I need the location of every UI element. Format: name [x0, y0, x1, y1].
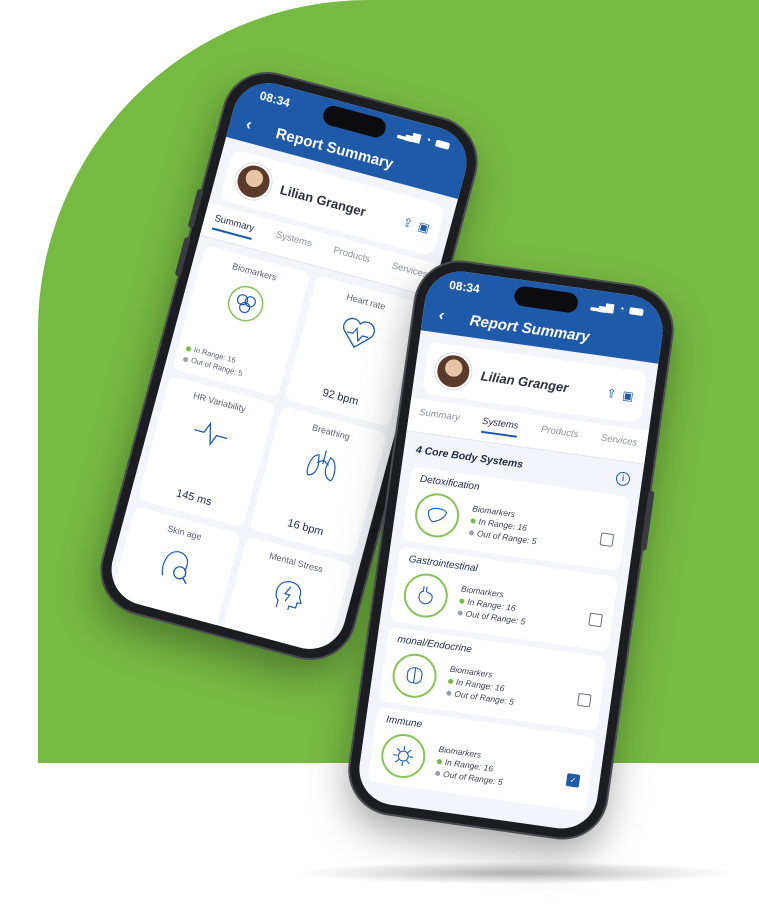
cells-icon	[228, 285, 264, 322]
system-info: Biomarkers In Range: 16 Out of Range: 5	[457, 582, 592, 636]
lungs-icon	[306, 450, 336, 482]
system-icon-circle	[378, 731, 429, 781]
system-checkbox[interactable]	[577, 692, 592, 708]
tab-services[interactable]: Services	[599, 432, 638, 454]
in-range-dot	[459, 598, 465, 605]
floor-shadow	[300, 862, 730, 884]
in-range-dot	[447, 678, 454, 685]
system-info: Biomarkers In Range: 16 Out of Range: 5	[446, 663, 581, 717]
out-range-dot	[468, 530, 475, 536]
tab-summary[interactable]: Summary	[418, 407, 460, 429]
wifi-icon: ◔	[617, 303, 626, 315]
profile-name: Lilian Granger	[278, 181, 368, 219]
card-biomarkers[interactable]: Biomarkers In Range: 16 Out of Range: 5	[172, 245, 311, 397]
battery-icon	[629, 306, 644, 316]
page-title: Report Summary	[468, 311, 591, 346]
tab-products[interactable]: Products	[540, 424, 579, 446]
calendar-icon[interactable]: ▣	[621, 388, 634, 403]
liver-icon	[427, 507, 448, 523]
card-hr-variability[interactable]: HR Variability 145 ms	[137, 375, 276, 528]
card-breathing[interactable]: Breathing 16 bpm	[248, 405, 387, 558]
tab-systems[interactable]: Systems	[273, 229, 313, 255]
out-range-dot	[457, 610, 464, 617]
system-checkbox-checked[interactable]: ✓	[565, 772, 581, 788]
avatar	[432, 350, 474, 392]
brain-icon	[406, 667, 423, 684]
system-icon-circle	[400, 570, 451, 621]
wifi-icon: ◔	[423, 134, 433, 147]
face-search-icon	[161, 551, 189, 585]
chevron-left-icon[interactable]: ‹	[244, 116, 254, 135]
in-range-dot	[470, 518, 476, 525]
pulse-icon	[194, 421, 228, 447]
system-icon-circle	[412, 490, 462, 541]
stomach-icon	[418, 586, 433, 605]
info-icon[interactable]: i	[615, 470, 631, 487]
tab-summary[interactable]: Summary	[211, 212, 256, 240]
system-icon-circle	[389, 650, 440, 701]
tab-products[interactable]: Products	[331, 245, 371, 271]
status-icons: ▂▄▆ ◔	[397, 127, 451, 151]
profile-actions: ⇪ ▣	[605, 386, 634, 404]
share-icon[interactable]: ⇪	[605, 386, 617, 401]
avatar	[231, 159, 276, 204]
system-checkbox[interactable]	[599, 531, 615, 547]
battery-icon	[434, 139, 451, 150]
range-legend: In Range: 16 Out of Range: 5	[182, 342, 247, 379]
virus-icon	[393, 746, 414, 766]
signal-icon: ▂▄▆	[397, 127, 422, 144]
system-checkbox[interactable]	[588, 612, 603, 627]
out-range-dot	[434, 770, 441, 777]
system-info: Biomarkers In Range: 16 Out of Range: 5	[434, 743, 569, 797]
in-range-dot	[185, 345, 192, 352]
signal-icon: ▂▄▆	[590, 299, 615, 314]
status-icons: ▂▄▆ ◔	[591, 299, 645, 317]
card-title: Heart rate	[345, 291, 387, 312]
systems-heading-text: 4 Core Body Systems	[415, 443, 524, 471]
profile-actions: ⇪ ▣	[401, 215, 431, 236]
calendar-icon[interactable]: ▣	[417, 219, 432, 235]
profile-name: Lilian Granger	[480, 367, 570, 395]
share-icon[interactable]: ⇪	[401, 215, 414, 231]
status-time: 08:34	[448, 277, 481, 297]
in-range-dot	[436, 759, 443, 765]
out-range-dot	[182, 356, 189, 363]
chevron-left-icon[interactable]: ‹	[438, 307, 446, 326]
head-stress-icon	[275, 581, 302, 611]
tab-systems[interactable]: Systems	[480, 415, 520, 438]
system-info: Biomarkers In Range: 16 Out of Range: 5	[468, 502, 603, 556]
heart-pulse-icon	[342, 317, 375, 349]
card-title: Biomarkers	[231, 261, 278, 283]
out-range-dot	[446, 690, 452, 697]
status-time: 08:34	[258, 88, 292, 110]
